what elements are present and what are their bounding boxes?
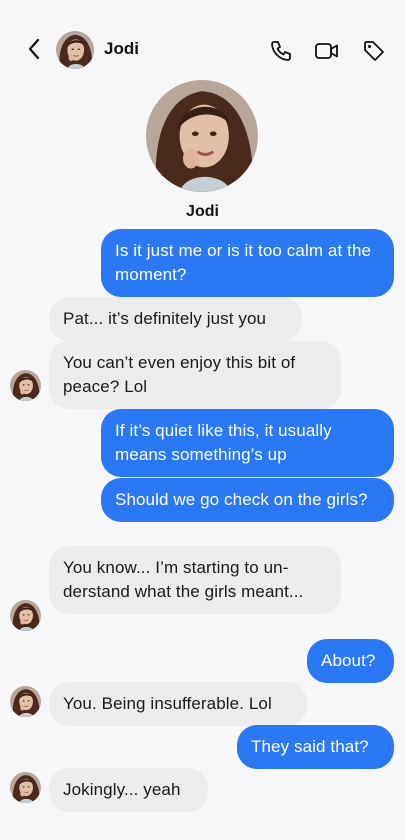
- phone-icon: [271, 41, 291, 61]
- message-bubble-incoming[interactable]: Jokingly... yeah: [49, 768, 208, 812]
- message-bubble-outgoing[interactable]: If it’s quiet like this, it usually mean…: [101, 409, 394, 477]
- message-bubble-incoming[interactable]: You can’t even enjoy this bit of peace? …: [49, 341, 341, 409]
- avatar: [10, 686, 41, 717]
- message-bubble-outgoing[interactable]: They said that?: [237, 725, 394, 769]
- contact-name[interactable]: Jodi: [104, 39, 139, 59]
- avatar: [10, 772, 41, 803]
- message-bubble-outgoing[interactable]: Is it just me or is it too calm at the m…: [101, 229, 394, 297]
- profile-name: Jodi: [186, 203, 219, 220]
- avatar: [10, 600, 41, 631]
- avatar: [10, 370, 41, 401]
- chevron-left-icon: [28, 38, 40, 60]
- back-button[interactable]: [22, 34, 46, 64]
- call-button[interactable]: [268, 38, 294, 64]
- message-bubble-incoming[interactable]: You. Being insufferable. Lol: [49, 682, 307, 726]
- avatar[interactable]: [56, 31, 94, 69]
- tag-button[interactable]: [361, 38, 387, 64]
- message-bubble-incoming[interactable]: You know... I’m starting to un- derstand…: [49, 546, 341, 614]
- chat-screen: Jodi Jodi Is it just me or is it too cal…: [0, 0, 405, 840]
- message-bubble-outgoing[interactable]: Should we go check on the girls?: [101, 478, 394, 522]
- profile-avatar[interactable]: [146, 80, 258, 192]
- video-icon: [315, 43, 338, 59]
- tag-icon: [364, 41, 384, 61]
- message-bubble-outgoing[interactable]: About?: [307, 639, 394, 683]
- message-bubble-incoming[interactable]: Pat... it’s definitely just you: [49, 297, 302, 341]
- chat-header: Jodi: [0, 22, 405, 78]
- video-call-button[interactable]: [314, 38, 340, 64]
